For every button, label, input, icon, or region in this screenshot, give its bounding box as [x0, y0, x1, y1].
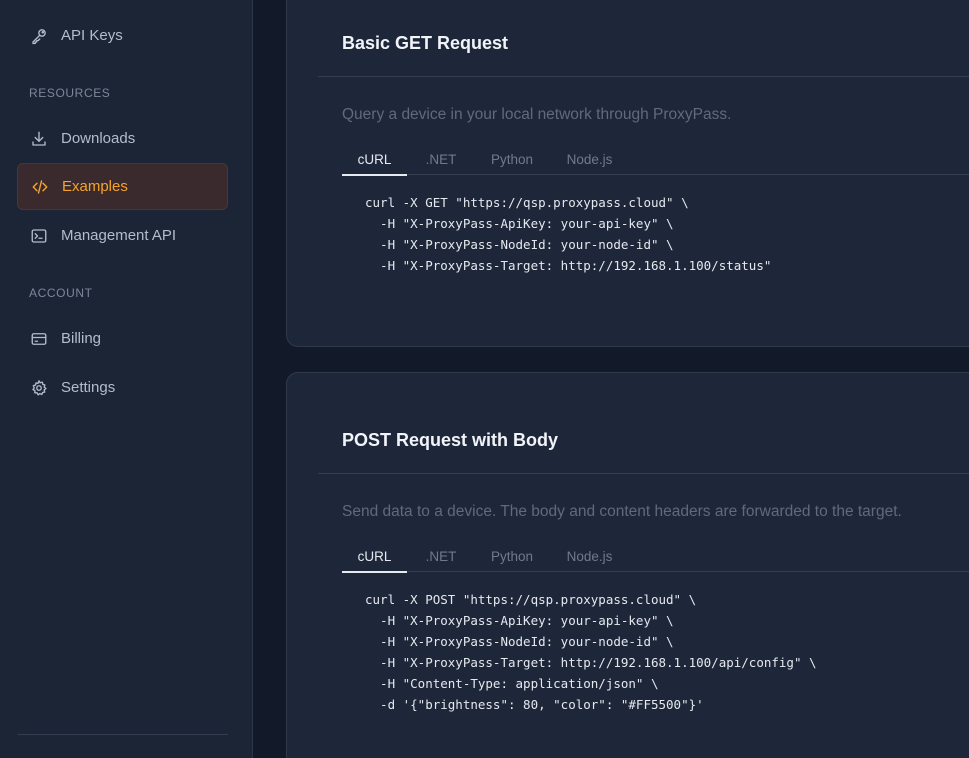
sidebar-item-label: Downloads — [61, 130, 136, 147]
code-block: curl -X GET "https://qsp.proxypass.cloud… — [365, 195, 772, 273]
download-icon — [29, 129, 49, 149]
tab-python[interactable]: Python — [482, 143, 542, 175]
card-title: POST Request with Body — [342, 430, 559, 450]
card-divider — [318, 76, 969, 77]
sidebar: API Keys RESOURCES Downloads Examples Ma… — [0, 0, 253, 758]
tab-nodejs[interactable]: Node.js — [557, 540, 622, 572]
key-icon — [29, 26, 49, 46]
terminal-icon — [29, 226, 49, 246]
tab-dotnet[interactable]: .NET — [416, 143, 466, 175]
tab-curl[interactable]: cURL — [342, 540, 407, 573]
app-root: API Keys RESOURCES Downloads Examples Ma… — [0, 0, 969, 758]
example-card-post-body: POST Request with Body Send data to a de… — [286, 372, 969, 758]
card-title: Basic GET Request — [342, 33, 509, 53]
card-divider — [318, 473, 969, 474]
sidebar-item-downloads[interactable]: Downloads — [17, 115, 228, 162]
gear-icon — [29, 378, 49, 398]
sidebar-item-examples[interactable]: Examples — [17, 163, 228, 210]
tab-curl[interactable]: cURL — [342, 143, 407, 176]
sidebar-item-label: Management API — [61, 227, 177, 244]
code-tabs: cURL .NET Python Node.js — [342, 540, 969, 573]
sidebar-item-api-keys[interactable]: API Keys — [17, 12, 228, 59]
sidebar-item-label: API Keys — [61, 27, 123, 44]
sidebar-item-label: Examples — [62, 178, 128, 195]
code-icon — [30, 177, 50, 197]
sidebar-divider — [18, 734, 228, 735]
section-label-account: ACCOUNT — [29, 286, 93, 300]
section-label-resources: RESOURCES — [29, 86, 111, 100]
tab-python[interactable]: Python — [482, 540, 542, 572]
sidebar-item-billing[interactable]: Billing — [17, 315, 228, 362]
code-tabs: cURL .NET Python Node.js — [342, 143, 969, 176]
code-block: curl -X POST "https://qsp.proxypass.clou… — [365, 592, 817, 712]
tab-dotnet[interactable]: .NET — [416, 540, 466, 572]
credit-card-icon — [29, 329, 49, 349]
sidebar-item-label: Settings — [61, 379, 116, 396]
sidebar-item-management-api[interactable]: Management API — [17, 212, 228, 259]
sidebar-item-settings[interactable]: Settings — [17, 364, 228, 411]
card-description: Query a device in your local network thr… — [342, 106, 732, 123]
card-description: Send data to a device. The body and cont… — [342, 503, 902, 520]
sidebar-item-label: Billing — [61, 330, 102, 347]
tab-nodejs[interactable]: Node.js — [557, 143, 622, 175]
example-card-basic-get: Basic GET Request Query a device in your… — [286, 0, 969, 347]
